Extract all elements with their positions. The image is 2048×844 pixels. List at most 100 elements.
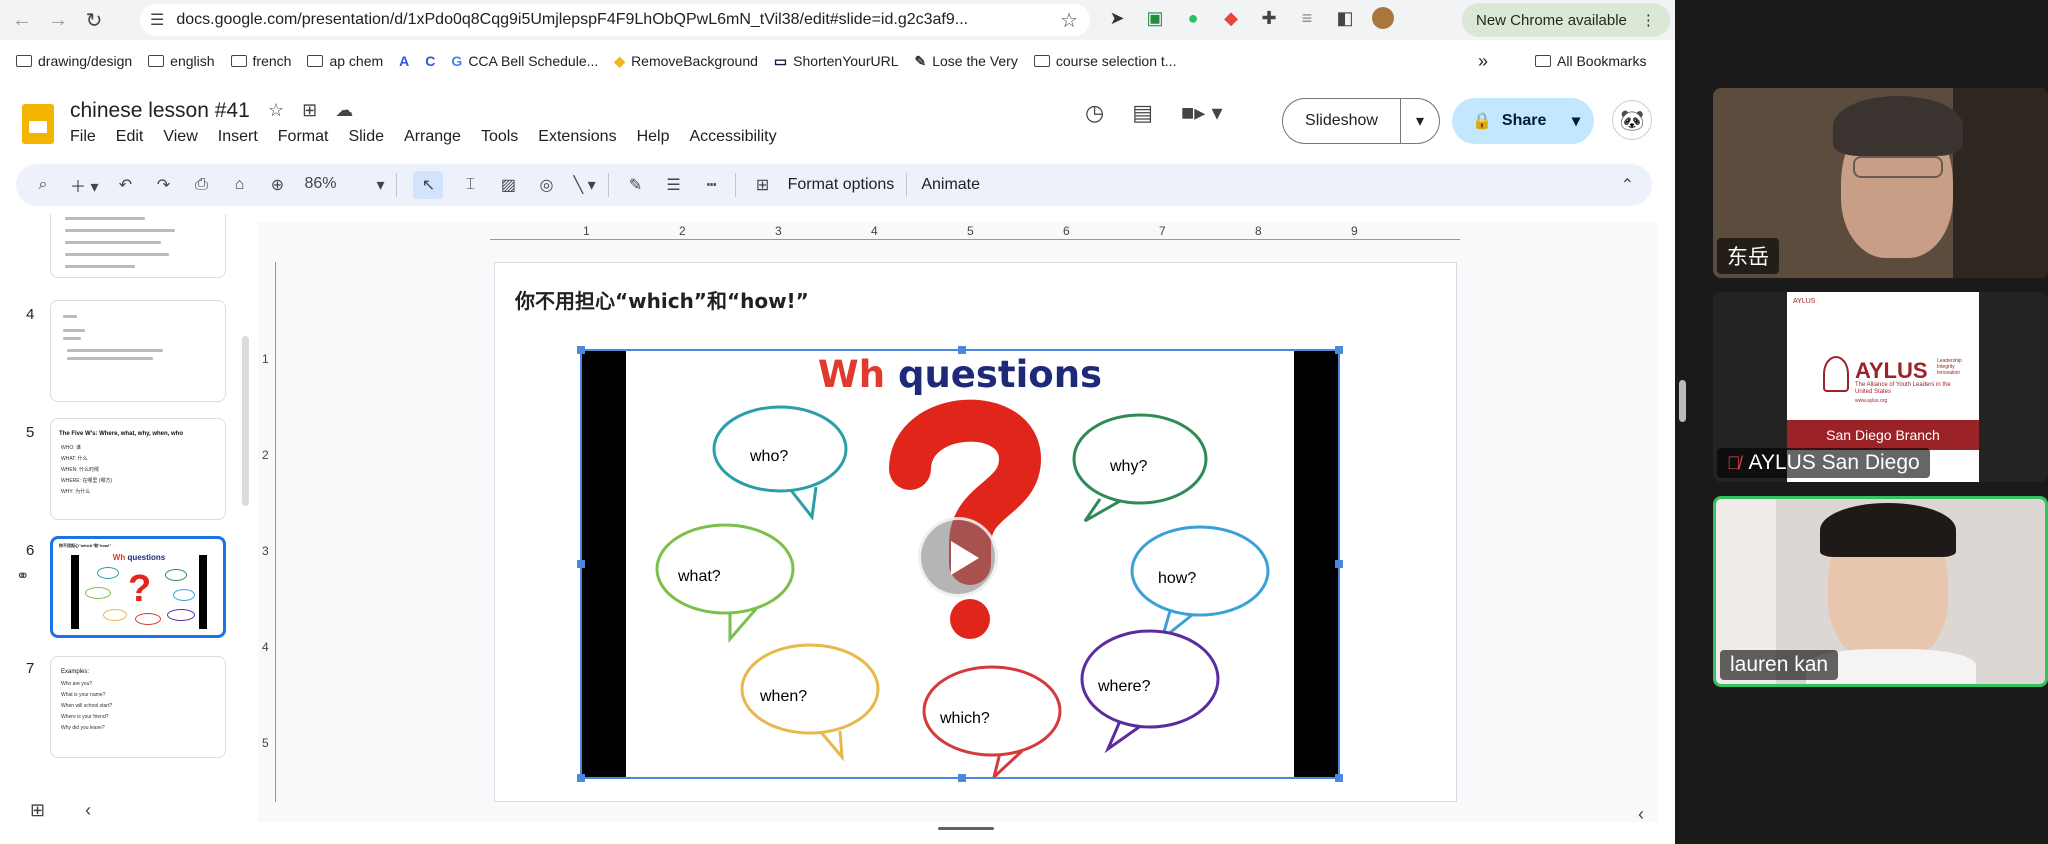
green-extension-icon[interactable]: ▣ xyxy=(1143,6,1167,30)
star-icon[interactable]: ☆ xyxy=(268,100,284,121)
profile-avatar-icon[interactable] xyxy=(1371,6,1395,30)
share-dropdown-icon[interactable]: ▾ xyxy=(1572,111,1580,131)
more-bookmarks-icon[interactable]: » xyxy=(1478,51,1488,72)
collapse-side-panel-icon[interactable]: ‹ xyxy=(1638,804,1644,825)
paint-format-icon[interactable]: ⌂ xyxy=(228,171,250,199)
account-avatar[interactable]: 🐼 xyxy=(1612,100,1652,140)
bookmark-item[interactable]: A xyxy=(399,53,409,69)
animate-button[interactable]: Animate xyxy=(921,176,980,194)
border-dash-icon[interactable]: ┅ xyxy=(701,171,723,199)
format-options-button[interactable]: Format options xyxy=(788,176,895,194)
menu-file[interactable]: File xyxy=(70,128,96,146)
bookmark-item[interactable]: ◆ RemoveBackground xyxy=(614,53,758,70)
new-chrome-available-button[interactable]: New Chrome available ⋮ xyxy=(1462,3,1670,37)
all-bookmarks-button[interactable]: All Bookmarks xyxy=(1535,44,1646,78)
border-color-icon[interactable]: ✎ xyxy=(625,171,647,199)
resize-handle[interactable] xyxy=(958,774,966,782)
reading-list-icon[interactable]: ≡ xyxy=(1295,6,1319,30)
slide-thumbnail-6[interactable]: 你不用担心"which"和"how!" Wh questions ? xyxy=(50,536,226,638)
forward-icon[interactable]: → xyxy=(44,6,72,34)
menu-view[interactable]: View xyxy=(163,128,197,146)
comments-icon[interactable]: ▤ xyxy=(1132,100,1153,126)
resize-handle[interactable] xyxy=(577,560,585,568)
menu-tools[interactable]: Tools xyxy=(481,128,518,146)
move-folder-icon[interactable]: ⊞ xyxy=(302,100,317,121)
red-extension-icon[interactable]: ◆ xyxy=(1219,6,1243,30)
reload-icon[interactable]: ↻ xyxy=(80,6,108,34)
menu-arrange[interactable]: Arrange xyxy=(404,128,461,146)
zoom-icon[interactable]: ⊕ xyxy=(266,171,288,199)
menu-insert[interactable]: Insert xyxy=(218,128,258,146)
slide-thumbnail-3[interactable] xyxy=(50,214,226,278)
select-cursor-icon[interactable]: ↖ xyxy=(413,171,444,199)
version-history-icon[interactable]: ◷ xyxy=(1085,100,1104,126)
thumb-questions: questions xyxy=(127,553,166,562)
insert-image-icon[interactable]: ▨ xyxy=(497,171,519,199)
line-icon[interactable]: ╲ ▾ xyxy=(573,171,595,199)
text-box-icon[interactable]: ⌶ xyxy=(459,171,481,199)
bookmark-item[interactable]: drawing/design xyxy=(16,53,132,69)
menu-slide[interactable]: Slide xyxy=(348,128,384,146)
url-text[interactable]: docs.google.com/presentation/d/1xPdo0q8C… xyxy=(176,11,968,29)
undo-icon[interactable]: ↶ xyxy=(114,171,136,199)
redo-icon[interactable]: ↷ xyxy=(152,171,174,199)
new-slide-icon[interactable]: ＋ ▾ xyxy=(70,171,98,199)
shape-icon[interactable]: ◎ xyxy=(535,171,557,199)
bookmark-item[interactable]: ✎ Lose the Very xyxy=(914,53,1017,70)
slideshow-dropdown-icon[interactable]: ▾ xyxy=(1401,111,1439,131)
share-button[interactable]: 🔒 Share ▾ xyxy=(1452,98,1594,144)
participant-tile[interactable]: AYLUS AYLUS Leadership Integrity Innovat… xyxy=(1713,292,2048,482)
cloud-status-icon[interactable]: ☁ xyxy=(335,100,353,121)
border-weight-icon[interactable]: ☰ xyxy=(663,171,685,199)
resize-handle[interactable] xyxy=(1335,560,1343,568)
horizontal-ruler[interactable]: 1 2 3 4 5 6 7 8 9 xyxy=(490,224,1460,240)
slide-thumbnail-5[interactable]: The Five W's: Where, what, why, when, wh… xyxy=(50,418,226,520)
speaker-notes-resize-handle[interactable] xyxy=(938,827,994,830)
resize-handle[interactable] xyxy=(1335,346,1343,354)
bookmark-item[interactable]: ▭ ShortenYourURL xyxy=(774,53,899,70)
resize-handle[interactable] xyxy=(577,774,585,782)
slide-thumbnail-7[interactable]: Examples: Who are you? What is your name?… xyxy=(50,656,226,758)
slide-title[interactable]: 你不用担心“which”和“how!” xyxy=(515,285,809,314)
evernote-icon[interactable]: ● xyxy=(1181,6,1205,30)
grid-view-icon[interactable]: ⊞ xyxy=(30,800,45,821)
back-icon[interactable]: ← xyxy=(8,6,36,34)
bookmark-item[interactable]: ap chem xyxy=(307,53,383,69)
search-menus-icon[interactable]: ⌕ xyxy=(32,171,54,199)
participant-tile[interactable]: 东岳 xyxy=(1713,88,2048,278)
bookmark-item[interactable]: G CCA Bell Schedule... xyxy=(451,53,598,69)
resize-handle[interactable] xyxy=(958,346,966,354)
print-icon[interactable]: ⎙ xyxy=(190,171,212,199)
bookmark-item[interactable]: english xyxy=(148,53,215,69)
meet-camera-icon[interactable]: ■▸ ▾ xyxy=(1181,100,1223,126)
slide-thumbnail-4[interactable] xyxy=(50,300,226,402)
panel-resize-handle[interactable] xyxy=(1679,380,1686,422)
menu-edit[interactable]: Edit xyxy=(116,128,144,146)
collapse-toolbar-icon[interactable]: ⌃ xyxy=(1621,175,1634,195)
resize-handle[interactable] xyxy=(1335,774,1343,782)
bookmark-item[interactable]: french xyxy=(230,53,291,69)
vertical-ruler[interactable]: 1 2 3 4 5 xyxy=(262,262,276,802)
puzzle-extensions-icon[interactable]: ✚ xyxy=(1257,6,1281,30)
slideshow-button[interactable]: Slideshow ▾ xyxy=(1282,98,1440,144)
omnibox[interactable]: ☰ docs.google.com/presentation/d/1xPdo0q… xyxy=(140,4,1090,36)
menu-accessibility[interactable]: Accessibility xyxy=(689,128,776,146)
bookmark-item[interactable]: C xyxy=(425,53,435,69)
slides-logo-icon[interactable] xyxy=(22,104,54,144)
add-comment-icon[interactable]: ⊞ xyxy=(752,171,774,199)
filmstrip-scrollbar[interactable] xyxy=(242,336,249,506)
bookmark-star-icon[interactable]: ☆ xyxy=(1060,8,1078,33)
menu-format[interactable]: Format xyxy=(278,128,329,146)
side-panel-icon[interactable]: ◧ xyxy=(1333,6,1357,30)
slide-canvas[interactable]: 你不用担心“which”和“how!” Wh questions who? why… xyxy=(494,262,1457,802)
zoom-select[interactable]: 86% ▾ xyxy=(304,175,384,195)
menu-extensions[interactable]: Extensions xyxy=(538,128,616,146)
site-settings-icon[interactable]: ☰ xyxy=(150,10,164,30)
document-title[interactable]: chinese lesson #41 xyxy=(70,99,250,123)
collapse-filmstrip-icon[interactable]: ‹ xyxy=(85,800,91,821)
resize-handle[interactable] xyxy=(577,346,585,354)
menu-help[interactable]: Help xyxy=(637,128,670,146)
bookmark-item[interactable]: course selection t... xyxy=(1033,53,1176,69)
participant-tile-active-speaker[interactable]: lauren kan xyxy=(1713,496,2048,687)
cursor-extension-icon[interactable]: ➤ xyxy=(1105,6,1129,30)
